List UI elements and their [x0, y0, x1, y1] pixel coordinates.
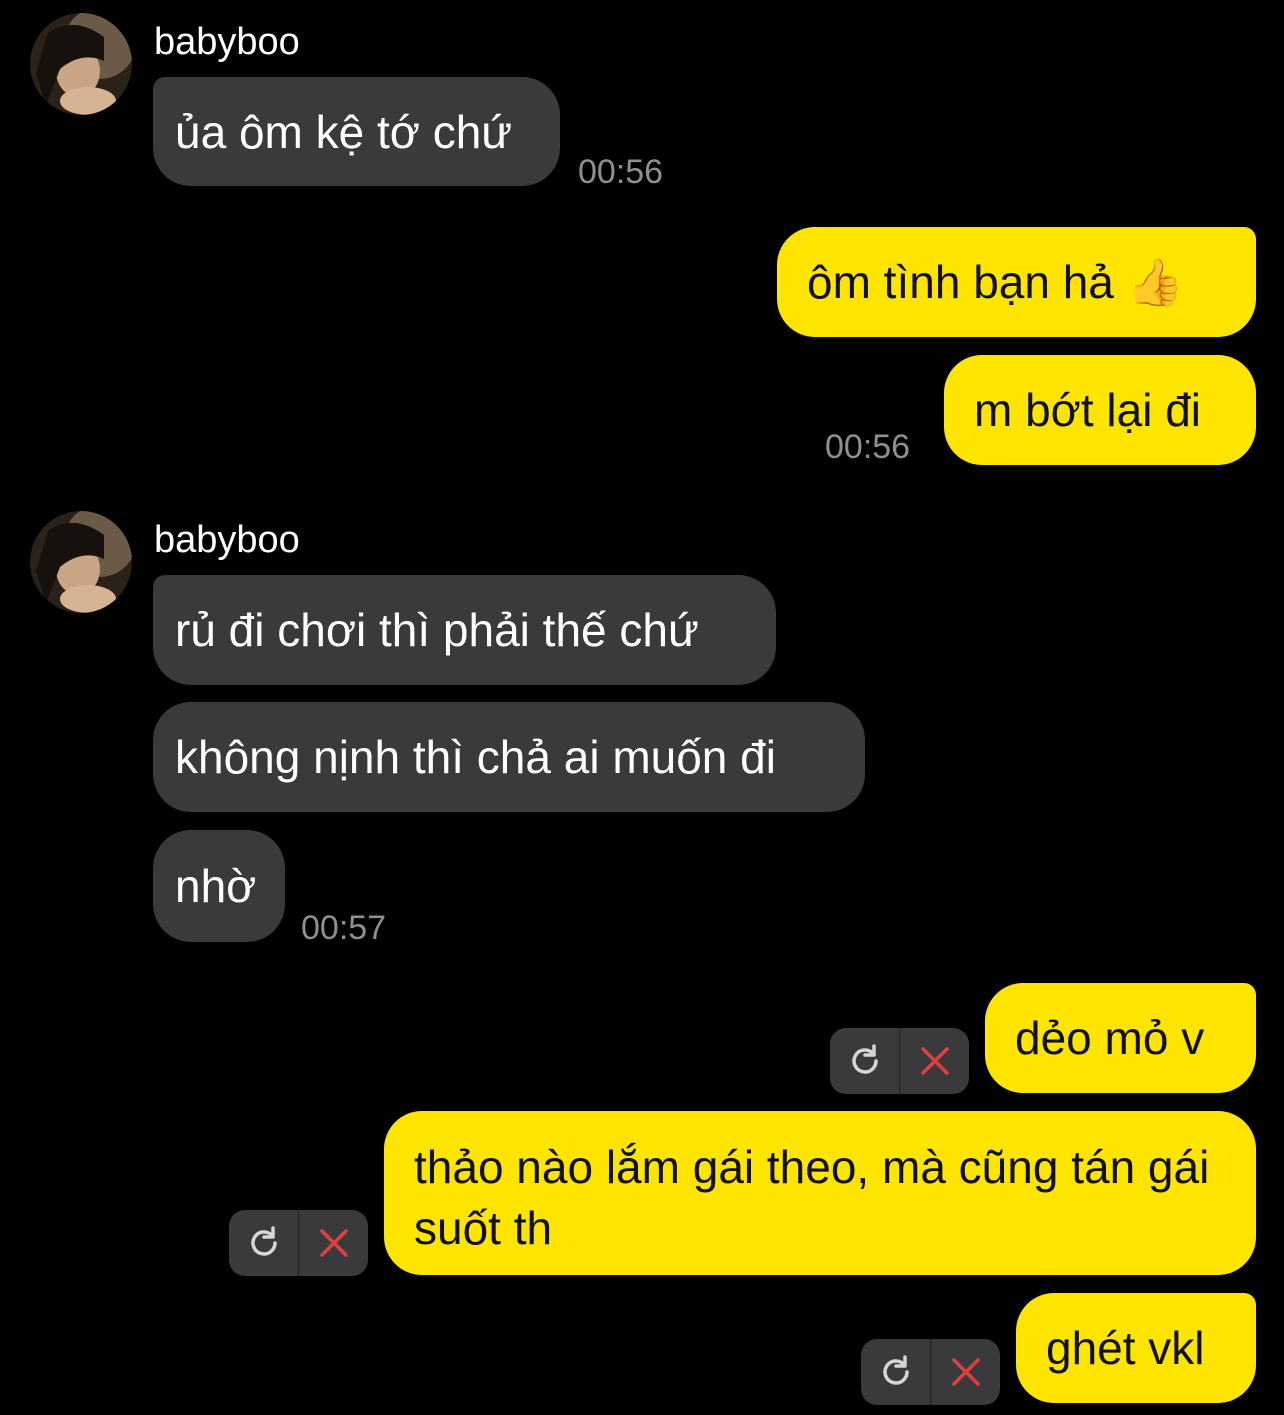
sender-name: babyboo	[154, 21, 300, 63]
retry-button[interactable]	[830, 1028, 899, 1094]
retry-icon	[851, 1044, 878, 1074]
retry-button[interactable]	[861, 1339, 930, 1405]
failed-message-actions	[229, 1210, 368, 1276]
retry-button[interactable]	[229, 1210, 298, 1276]
outgoing-message[interactable]: ôm tình bạn hả 👍	[777, 227, 1256, 337]
incoming-message[interactable]: ủa ôm kệ tớ chứ	[153, 77, 560, 186]
message-timestamp: 00:57	[301, 909, 387, 947]
delete-icon	[920, 1047, 949, 1075]
sender-name: babyboo	[154, 519, 300, 561]
outgoing-message[interactable]: thảo nào lắm gái theo, mà cũng tán gái s…	[384, 1111, 1256, 1275]
incoming-message[interactable]: không nịnh thì chả ai muốn đi	[153, 702, 865, 812]
failed-message-actions	[830, 1028, 969, 1094]
delete-button[interactable]	[299, 1210, 368, 1276]
message-timestamp: 00:56	[578, 153, 664, 191]
message-text: ôm tình bạn hả 👍	[807, 256, 1184, 308]
outgoing-message[interactable]: dẻo mỏ v	[985, 983, 1256, 1093]
delete-button[interactable]	[931, 1339, 1000, 1405]
incoming-message[interactable]: rủ đi chơi thì phải thế chứ	[153, 575, 776, 685]
failed-message-actions	[861, 1339, 1000, 1405]
message-timestamp: 00:56	[825, 428, 911, 466]
delete-button[interactable]	[900, 1028, 969, 1094]
outgoing-message[interactable]: ghét vkl	[1016, 1293, 1256, 1403]
outgoing-message[interactable]: m bớt lại đi	[944, 355, 1256, 465]
retry-icon	[250, 1226, 277, 1256]
incoming-message[interactable]: nhờ	[153, 830, 285, 942]
delete-icon	[951, 1358, 980, 1386]
sender-avatar[interactable]	[30, 13, 132, 115]
retry-icon	[882, 1355, 909, 1385]
delete-icon	[319, 1229, 348, 1257]
sender-avatar[interactable]	[30, 511, 132, 613]
